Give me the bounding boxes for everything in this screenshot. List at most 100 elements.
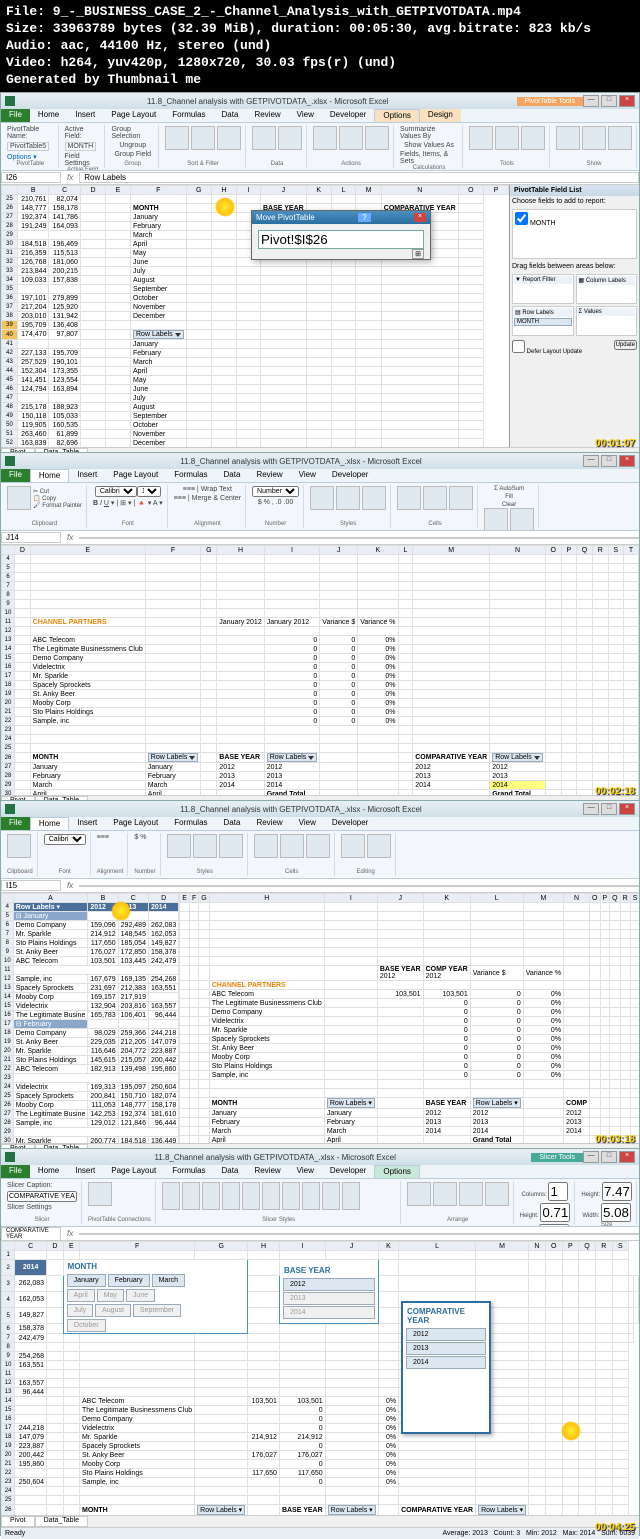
wrap-btn[interactable]: Wrap Text [201,486,232,493]
slicer-style-thumb[interactable] [302,1182,320,1210]
tab-data[interactable]: Data [214,109,247,122]
del-icon[interactable] [280,834,304,858]
tab-file[interactable]: File [1,817,30,830]
tab-review[interactable]: Review [248,469,290,482]
name-box[interactable]: J14 [1,532,61,543]
fill-btn[interactable]: Fill [505,494,513,500]
slicer-style-thumb[interactable] [322,1182,340,1210]
name-box[interactable]: I26 [1,172,61,183]
dialog-ref-input[interactable] [258,230,424,249]
tab-pagelayout[interactable]: Page Layout [105,817,166,830]
name-box[interactable]: COMPARATIVE YEAR [1,1227,61,1241]
af-val[interactable]: MONTH [65,142,97,151]
formula-input[interactable]: Row Labels [79,172,639,183]
slicer-style-thumb[interactable] [242,1182,260,1210]
pt-name[interactable]: PivotTable5 [7,142,49,151]
slicer-2013[interactable]: 2013 [406,1342,486,1355]
cols-input[interactable] [548,1182,568,1201]
tab-design[interactable]: Design [420,109,461,122]
size-select[interactable]: 12 [137,486,161,497]
chip-month[interactable]: MONTH [514,318,572,326]
tab-developer[interactable]: Developer [322,109,374,122]
tab-file[interactable]: File [1,109,30,122]
slicer-caption[interactable] [7,1191,77,1202]
tab-view[interactable]: View [291,469,324,482]
tab-formulas[interactable]: Formulas [164,109,213,122]
close-btn[interactable]: × [619,1151,635,1163]
name-box[interactable]: I15 [1,880,61,891]
num-fmt[interactable]: Number [252,486,299,497]
tab-developer[interactable]: Developer [324,817,376,830]
font-select[interactable]: Calibri [44,834,86,845]
cf-icon[interactable] [310,486,334,510]
minimize-btn[interactable]: — [583,1151,599,1163]
refresh-icon[interactable] [252,126,276,150]
formula-input[interactable] [79,1233,639,1235]
area-row-labels[interactable]: ▤ Row Labels [514,308,572,317]
tab-options[interactable]: Options [374,109,420,122]
change-data-icon[interactable] [278,126,302,150]
slicer-style-thumb[interactable] [162,1182,180,1210]
paste-icon[interactable] [7,834,31,858]
collapse-icon[interactable]: ⊞ [412,249,424,259]
area-values[interactable]: Σ Values [578,308,636,316]
maximize-btn[interactable]: □ [601,95,617,107]
buttons-icon[interactable] [582,126,606,150]
sort-az-icon[interactable] [165,126,189,150]
slicer-settings-btn[interactable]: Slicer Settings [7,1204,52,1211]
close-btn[interactable]: × [619,455,635,467]
fx-icon[interactable]: fx [61,1229,79,1238]
close-btn[interactable]: × [619,803,635,815]
sheet-datatable[interactable]: Data_Table [35,1516,88,1527]
dialog-close[interactable]: × [414,213,426,222]
tab-data[interactable]: Data [216,817,249,830]
tab-insert[interactable]: Insert [69,469,105,482]
fat-icon[interactable] [193,834,217,858]
ptc-icon[interactable] [88,1182,112,1206]
fx-icon[interactable]: fx [61,533,79,542]
maximize-btn[interactable]: □ [601,803,617,815]
tab-formulas[interactable]: Formulas [166,469,215,482]
headers-icon[interactable] [608,126,632,150]
tab-review[interactable]: Review [246,109,288,122]
autosum-btn[interactable]: Σ AutoSum [494,486,524,492]
ins-icon[interactable] [397,486,421,510]
area-report-filter[interactable]: ▼ Report Filter [514,276,572,284]
maximize-btn[interactable]: □ [601,1151,617,1163]
fp-btn[interactable]: 🖌 Format Painter [33,502,82,509]
tab-insert[interactable]: Insert [69,817,105,830]
sz-h-input[interactable] [602,1182,632,1201]
find-icon[interactable] [367,834,391,858]
sheet-pivot[interactable]: Pivot [1,1516,35,1527]
insert-slicer-icon[interactable] [217,126,241,150]
formula-input[interactable] [79,885,639,887]
tab-data[interactable]: Data [214,1165,247,1178]
slicer-style-thumb[interactable] [182,1182,200,1210]
tab-view[interactable]: View [289,109,322,122]
cs-icon[interactable] [362,486,386,510]
select-icon[interactable] [339,126,363,150]
send-back-icon[interactable] [433,1182,457,1206]
font-select[interactable]: Calibri [95,486,137,497]
close-btn[interactable]: × [619,95,635,107]
align-icon[interactable] [485,1182,509,1206]
pivotchart-icon[interactable] [469,126,493,150]
sel-pane-icon[interactable] [459,1182,483,1206]
merge-btn[interactable]: Merge & Center [192,495,241,502]
btn-h-input[interactable] [540,1203,570,1222]
sort-icon[interactable] [191,126,215,150]
dialog-help[interactable]: ? [358,213,370,222]
tab-insert[interactable]: Insert [67,109,103,122]
tab-pagelayout[interactable]: Page Layout [103,1165,164,1178]
tab-home[interactable]: Home [30,1165,67,1178]
comp-year-slicer[interactable]: COMPARATIVE YEAR 2012 2013 2014 [401,1301,491,1434]
tab-home[interactable]: Home [30,469,69,482]
tab-formulas[interactable]: Formulas [164,1165,213,1178]
slicer-style-thumb[interactable] [282,1182,300,1210]
paste-icon[interactable] [7,486,31,510]
fx-icon[interactable]: fx [61,881,79,890]
tab-insert[interactable]: Insert [67,1165,103,1178]
cs-icon[interactable] [219,834,243,858]
copy-btn[interactable]: 📋 Copy [33,495,82,502]
tab-file[interactable]: File [1,1165,30,1178]
